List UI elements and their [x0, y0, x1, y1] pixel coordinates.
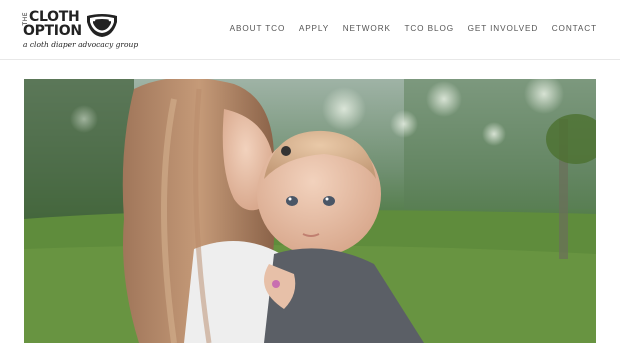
site-logo[interactable]: THE CLOTH OPTION a cloth diaper advocacy…	[22, 9, 138, 52]
header-divider	[0, 59, 620, 60]
site-header: THE CLOTH OPTION a cloth diaper advocacy…	[0, 0, 620, 60]
logo-line2: OPTION	[23, 23, 82, 39]
nav-tco-blog[interactable]: TCO BLOG	[404, 23, 454, 35]
hero-image	[24, 79, 596, 343]
nav-apply[interactable]: APPLY	[299, 23, 329, 35]
nav-contact[interactable]: CONTACT	[552, 23, 597, 35]
main-nav: ABOUT TCO APPLY NETWORK TCO BLOG GET INV…	[216, 23, 597, 35]
diaper-logo-icon	[87, 14, 117, 37]
nav-get-involved[interactable]: GET INVOLVED	[468, 23, 539, 35]
nav-about-tco[interactable]: ABOUT TCO	[230, 23, 286, 35]
logo-tagline: a cloth diaper advocacy group	[23, 40, 139, 49]
logo-line1: CLOTH	[29, 9, 80, 25]
nav-network[interactable]: NETWORK	[343, 23, 391, 35]
hero-photo	[24, 79, 596, 343]
